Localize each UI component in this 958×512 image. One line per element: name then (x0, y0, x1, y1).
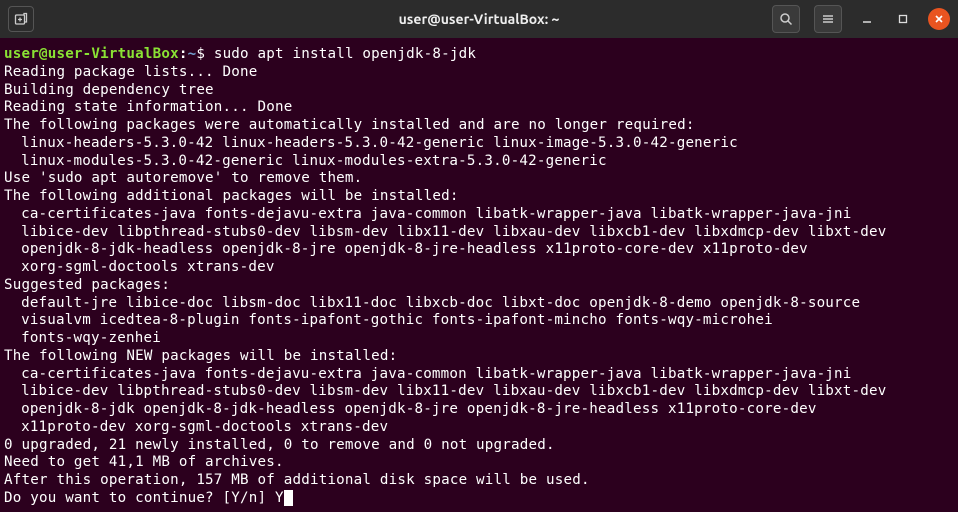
titlebar-right (772, 5, 950, 33)
output-line: Building dependency tree (4, 82, 954, 100)
output-line: After this operation, 157 MB of addition… (4, 472, 954, 490)
output-line: openjdk-8-jdk openjdk-8-jdk-headless ope… (4, 401, 954, 419)
search-icon (779, 12, 793, 26)
output-line: Suggested packages: (4, 277, 954, 295)
maximize-icon (897, 13, 909, 25)
close-button[interactable] (928, 8, 950, 30)
output-line: default-jre libice-doc libsm-doc libx11-… (4, 295, 954, 313)
new-tab-icon (14, 12, 28, 26)
minimize-icon (861, 13, 873, 25)
continue-prompt: Do you want to continue? [Y/n] Y (4, 490, 284, 506)
output-line: ca-certificates-java fonts-dejavu-extra … (4, 366, 954, 384)
hamburger-icon (821, 12, 835, 26)
titlebar-left (8, 6, 34, 32)
cursor (284, 490, 293, 506)
menu-button[interactable] (814, 5, 842, 33)
prompt-continue-line: Do you want to continue? [Y/n] Y (4, 490, 954, 508)
output-line: Need to get 41,1 MB of archives. (4, 454, 954, 472)
output-line: The following NEW packages will be insta… (4, 348, 954, 366)
output-line: Use 'sudo apt autoremove' to remove them… (4, 170, 954, 188)
search-button[interactable] (772, 5, 800, 33)
prompt-user-host: user@user-VirtualBox (4, 46, 179, 62)
output-line: linux-headers-5.3.0-42 linux-headers-5.3… (4, 135, 954, 153)
prompt-colon: : (179, 46, 188, 62)
output-line: 0 upgraded, 21 newly installed, 0 to rem… (4, 437, 954, 455)
output-line: Reading state information... Done (4, 99, 954, 117)
titlebar: user@user-VirtualBox: ~ (0, 0, 958, 38)
output-line: fonts-wqy-zenhei (4, 330, 954, 348)
output-line: Reading package lists... Done (4, 64, 954, 82)
output-line: ca-certificates-java fonts-dejavu-extra … (4, 206, 954, 224)
output-line: libice-dev libpthread-stubs0-dev libsm-d… (4, 224, 954, 242)
minimize-button[interactable] (856, 8, 878, 30)
prompt-dollar: $ (196, 46, 213, 62)
output-line: x11proto-dev xorg-sgml-doctools xtrans-d… (4, 419, 954, 437)
output-line: The following packages were automaticall… (4, 117, 954, 135)
close-icon (933, 13, 945, 25)
output-line: xorg-sgml-doctools xtrans-dev (4, 259, 954, 277)
command-text: sudo apt install openjdk-8-jdk (214, 46, 476, 62)
terminal-output[interactable]: user@user-VirtualBox:~$ sudo apt install… (0, 38, 958, 512)
prompt-line: user@user-VirtualBox:~$ sudo apt install… (4, 46, 954, 64)
output-line: The following additional packages will b… (4, 188, 954, 206)
new-tab-button[interactable] (8, 6, 34, 32)
output-line: openjdk-8-jdk-headless openjdk-8-jre ope… (4, 241, 954, 259)
maximize-button[interactable] (892, 8, 914, 30)
window-title: user@user-VirtualBox: ~ (399, 11, 560, 27)
output-line: linux-modules-5.3.0-42-generic linux-mod… (4, 153, 954, 171)
output-line: libice-dev libpthread-stubs0-dev libsm-d… (4, 383, 954, 401)
output-line: visualvm icedtea-8-plugin fonts-ipafont-… (4, 312, 954, 330)
